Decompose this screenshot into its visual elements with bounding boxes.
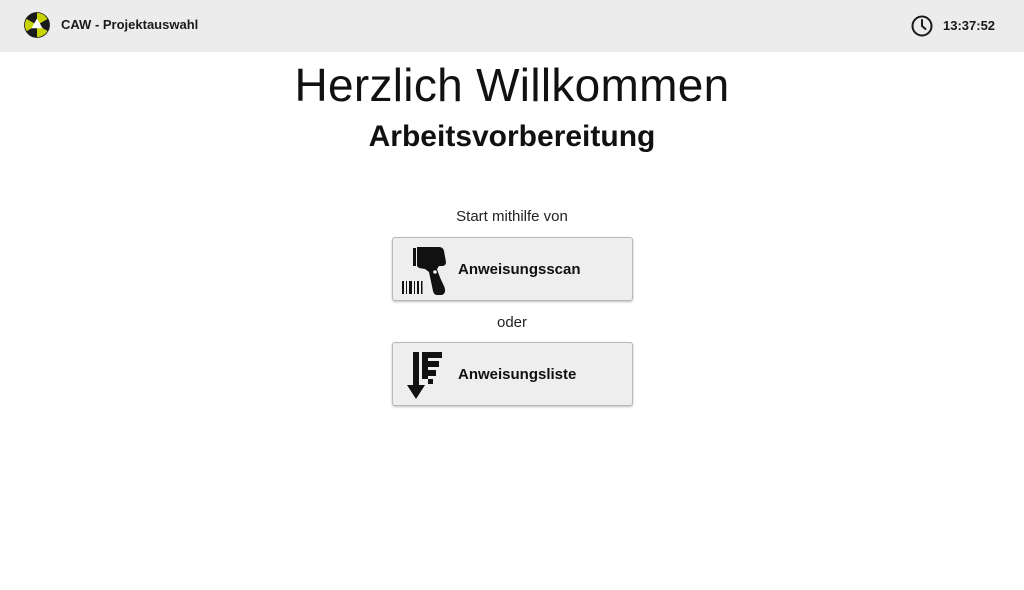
instruction-list-label: Anweisungsliste [458,366,577,383]
page-subtitle: Arbeitsvorbereitung [368,120,656,153]
welcome-title: Herzlich Willkommen [294,59,730,111]
instruction-list-button[interactable]: Anweisungsliste [392,342,633,406]
instruction-scan-button[interactable]: Anweisungsscan [392,237,633,301]
app-title: CAW - Projektauswahl [61,17,199,32]
clock-icon [911,15,933,37]
barcode-scanner-icon [402,247,446,295]
clock-time: 13:37:52 [943,18,996,33]
top-bar: CAW - Projektauswahl 13:37:52 [0,0,1024,52]
start-label: Start mithilfe von [456,208,568,225]
caw-logo-icon [24,12,50,38]
sort-list-down-icon [407,352,442,399]
or-label: oder [496,314,528,331]
instruction-scan-label: Anweisungsscan [458,261,581,278]
